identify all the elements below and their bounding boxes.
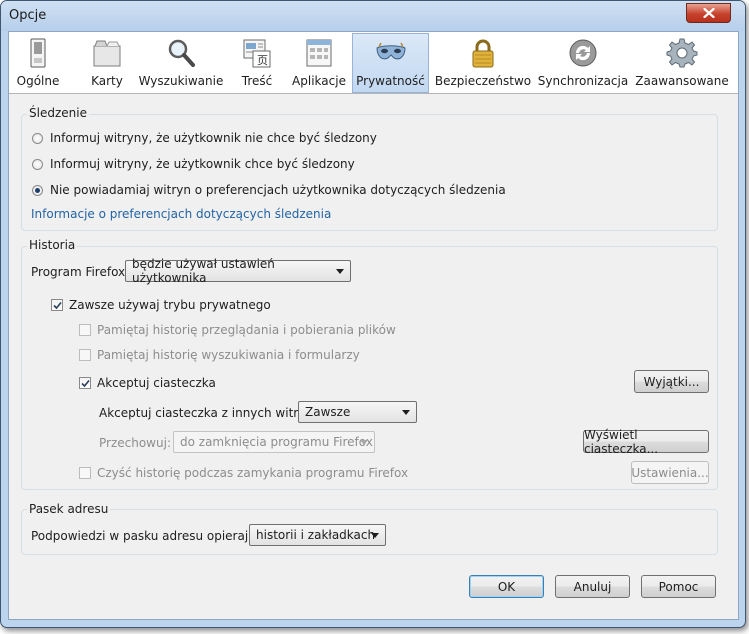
tab-label: Bezpieczeństwo xyxy=(434,74,532,88)
checkmark-icon xyxy=(52,301,62,309)
title-bar[interactable]: Opcje xyxy=(1,1,745,31)
radio-button[interactable] xyxy=(32,158,43,170)
radio-label: Informuj witryny, że użytkownik nie chce… xyxy=(50,131,377,145)
select-value: Zawsze xyxy=(305,405,351,419)
clear-settings-button[interactable]: Ustawienia... xyxy=(631,461,709,484)
tab-label: Synchronizacja xyxy=(537,74,629,88)
tracking-group-title: Śledzenie xyxy=(27,106,89,120)
ok-button[interactable]: OK xyxy=(469,575,544,598)
checkbox-label: Czyść historię podczas zamykania program… xyxy=(97,466,409,480)
tabs-icon xyxy=(93,40,121,67)
third-party-cookies-select[interactable]: Zawsze xyxy=(298,401,417,423)
cancel-button[interactable]: Anuluj xyxy=(555,575,630,598)
tab-content[interactable]: 页 Treść xyxy=(234,34,280,91)
select-value: będzie używał ustawień użytkownika xyxy=(132,257,275,285)
checkbox[interactable] xyxy=(79,377,91,389)
checkmark-icon xyxy=(80,379,90,387)
chevron-down-icon xyxy=(336,269,344,274)
tab-security[interactable]: Bezpieczeństwo xyxy=(435,34,531,91)
radio-label: Nie powiadamiaj witryn o preferencjach u… xyxy=(50,183,506,197)
general-icon xyxy=(30,38,46,68)
search-icon xyxy=(168,39,195,67)
select-value: do zamknięcia programu Firefox xyxy=(180,435,373,449)
radio-button[interactable] xyxy=(32,132,43,144)
tab-sync[interactable]: Synchronizacja xyxy=(537,34,629,91)
tab-tabs[interactable]: Karty xyxy=(83,34,131,91)
history-group-title: Historia xyxy=(27,238,78,252)
program-label: Program Firefox: xyxy=(31,265,130,279)
third-party-cookies-label: Akceptuj ciasteczka z innych witryn: xyxy=(99,406,317,420)
radio-dont-track[interactable]: Informuj witryny, że użytkownik nie chce… xyxy=(32,131,377,145)
tracking-info-link[interactable]: Informacje o preferencjach dotyczących ś… xyxy=(31,207,331,221)
keep-until-label: Przechowuj: xyxy=(99,436,171,450)
sync-icon xyxy=(569,39,597,67)
always-private-checkbox[interactable]: Zawsze używaj trybu prywatnego xyxy=(51,298,271,312)
content-icon: 页 xyxy=(243,39,271,68)
checkbox-label: Pamiętaj historię przeglądania i pobiera… xyxy=(97,323,396,337)
tab-search[interactable]: Wyszukiwanie xyxy=(138,34,224,91)
tab-label: Prywatność xyxy=(356,74,425,88)
dialog-content: Ogólne Karty Wyszukiwanie 页 Treść Aplika… xyxy=(8,31,739,620)
gear-icon xyxy=(666,38,698,68)
radio-button[interactable] xyxy=(32,184,43,196)
checkbox[interactable] xyxy=(79,349,91,361)
exceptions-button[interactable]: Wyjątki... xyxy=(634,370,709,393)
tab-label: Treść xyxy=(241,74,273,88)
chevron-down-icon xyxy=(402,410,410,415)
tab-label: Aplikacje xyxy=(292,74,346,88)
radio-no-preference[interactable]: Nie powiadamiaj witryn o preferencjach u… xyxy=(32,183,506,197)
close-button[interactable] xyxy=(686,3,731,23)
radio-allow-track[interactable]: Informuj witryny, że użytkownik chce być… xyxy=(32,157,355,171)
history-mode-select[interactable]: będzie używał ustawień użytkownika xyxy=(125,257,351,285)
tab-label: Karty xyxy=(91,74,123,88)
tab-general[interactable]: Ogólne xyxy=(13,34,63,91)
suggest-label: Podpowiedzi w pasku adresu opieraj na: xyxy=(31,529,271,543)
tab-privacy[interactable]: Prywatność xyxy=(352,33,429,93)
checkbox-label: Zawsze używaj trybu prywatnego xyxy=(69,298,271,312)
checkbox[interactable] xyxy=(51,299,63,311)
remember-search-checkbox[interactable]: Pamiętaj historię wyszukiwania i formula… xyxy=(79,348,360,362)
show-cookies-button[interactable]: Wyświetl ciasteczka... xyxy=(583,428,709,456)
accept-cookies-checkbox[interactable]: Akceptuj ciasteczka xyxy=(79,376,216,390)
options-window: Opcje Ogólne Karty Wyszukiwanie 页 Treść xyxy=(0,0,746,628)
tab-label: Zaawansowane xyxy=(635,74,729,88)
location-bar-group-title: Pasek adresu xyxy=(27,502,111,516)
select-value: historii i zakładkach xyxy=(256,528,376,542)
privacy-mask-icon xyxy=(375,42,406,60)
keep-until-select[interactable]: do zamknięcia programu Firefox xyxy=(173,431,375,453)
help-button[interactable]: Pomoc xyxy=(641,575,716,598)
pane-toolbar: Ogólne Karty Wyszukiwanie 页 Treść Aplika… xyxy=(9,32,738,94)
checkbox[interactable] xyxy=(79,324,91,336)
tab-advanced[interactable]: Zaawansowane xyxy=(635,34,729,91)
checkbox-label: Pamiętaj historię wyszukiwania i formula… xyxy=(97,348,360,362)
remember-browsing-checkbox[interactable]: Pamiętaj historię przeglądania i pobiera… xyxy=(79,323,396,337)
checkbox[interactable] xyxy=(79,467,91,479)
tab-applications[interactable]: Aplikacje xyxy=(288,34,350,91)
applications-icon xyxy=(306,39,332,67)
padlock-icon xyxy=(472,39,494,68)
chevron-down-icon xyxy=(371,533,379,538)
location-suggest-select[interactable]: historii i zakładkach xyxy=(249,524,386,546)
tab-label: Wyszukiwanie xyxy=(138,74,224,88)
checkbox-label: Akceptuj ciasteczka xyxy=(97,376,216,390)
close-icon xyxy=(702,8,715,18)
radio-label: Informuj witryny, że użytkownik chce być… xyxy=(50,157,355,171)
chevron-down-icon xyxy=(360,440,368,445)
window-title: Opcje xyxy=(9,8,47,23)
svg-text:页: 页 xyxy=(257,54,268,67)
tab-label: Ogólne xyxy=(16,74,60,88)
clear-on-close-checkbox[interactable]: Czyść historię podczas zamykania program… xyxy=(79,466,408,480)
